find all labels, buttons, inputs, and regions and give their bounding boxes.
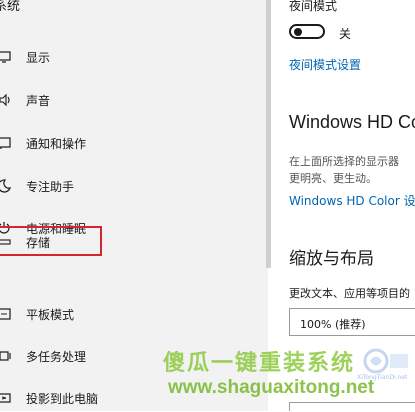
storage-selection-highlight [0, 226, 102, 256]
multitask-icon [0, 351, 11, 361]
hd-color-heading: Windows HD Co [289, 112, 415, 132]
sidebar-item-label: 显示 [26, 51, 51, 65]
sidebar-item-sound[interactable]: 声音 [0, 86, 250, 114]
hd-color-description-line2: 更明亮、更生动。 [289, 172, 377, 185]
project-icon [0, 393, 11, 403]
tablet-icon [0, 308, 11, 320]
watermark-logo-icon [363, 348, 408, 374]
scale-layout-heading: 缩放与布局 [289, 249, 374, 269]
sidebar-item-label: 声音 [26, 94, 51, 108]
sidebar-item-label: 通知和操作 [26, 137, 87, 151]
scale-dropdown-value: 100% (推荐) [300, 318, 366, 331]
text-size-label: 更改文本、应用等项目的 [289, 287, 410, 300]
sidebar-item-label: 专注助手 [26, 180, 75, 194]
sidebar-item-tablet-mode[interactable]: 平板模式 [0, 300, 250, 328]
sidebar-item-notifications[interactable]: 通知和操作 [0, 129, 250, 157]
night-light-toggle-state: 关 [339, 27, 352, 41]
sidebar-item-label: 多任务处理 [26, 350, 87, 364]
scale-dropdown[interactable]: 100% (推荐) [289, 308, 415, 336]
toggle-knob [294, 28, 302, 36]
night-light-toggle[interactable] [289, 24, 325, 39]
hd-color-description-line1: 在上面所选择的显示器 [289, 155, 399, 168]
night-light-label: 夜间模式 [289, 0, 338, 13]
watermark-title: 傻瓜一键重装系统 [163, 351, 356, 376]
resolution-dropdown[interactable] [289, 402, 415, 411]
sidebar-item-label: 投影到此电脑 [26, 392, 99, 406]
hd-color-settings-link[interactable]: Windows HD Color 设置 [289, 192, 415, 209]
sidebar-title: 系统 [0, 0, 21, 14]
sidebar-item-display[interactable]: 显示 [0, 43, 250, 71]
watermark-url: www.shaguaxitong.net [168, 377, 375, 398]
notification-icon [0, 137, 11, 149]
watermark-logo-text: XiTongTianDi.net [357, 374, 408, 381]
night-light-settings-link[interactable]: 夜间模式设置 [289, 56, 361, 73]
monitor-icon [0, 51, 11, 63]
sidebar-item-label: 平板模式 [26, 308, 75, 322]
moon-icon [0, 179, 11, 193]
speaker-icon [0, 93, 10, 107]
sidebar-item-focus-assist[interactable]: 专注助手 [0, 172, 250, 200]
